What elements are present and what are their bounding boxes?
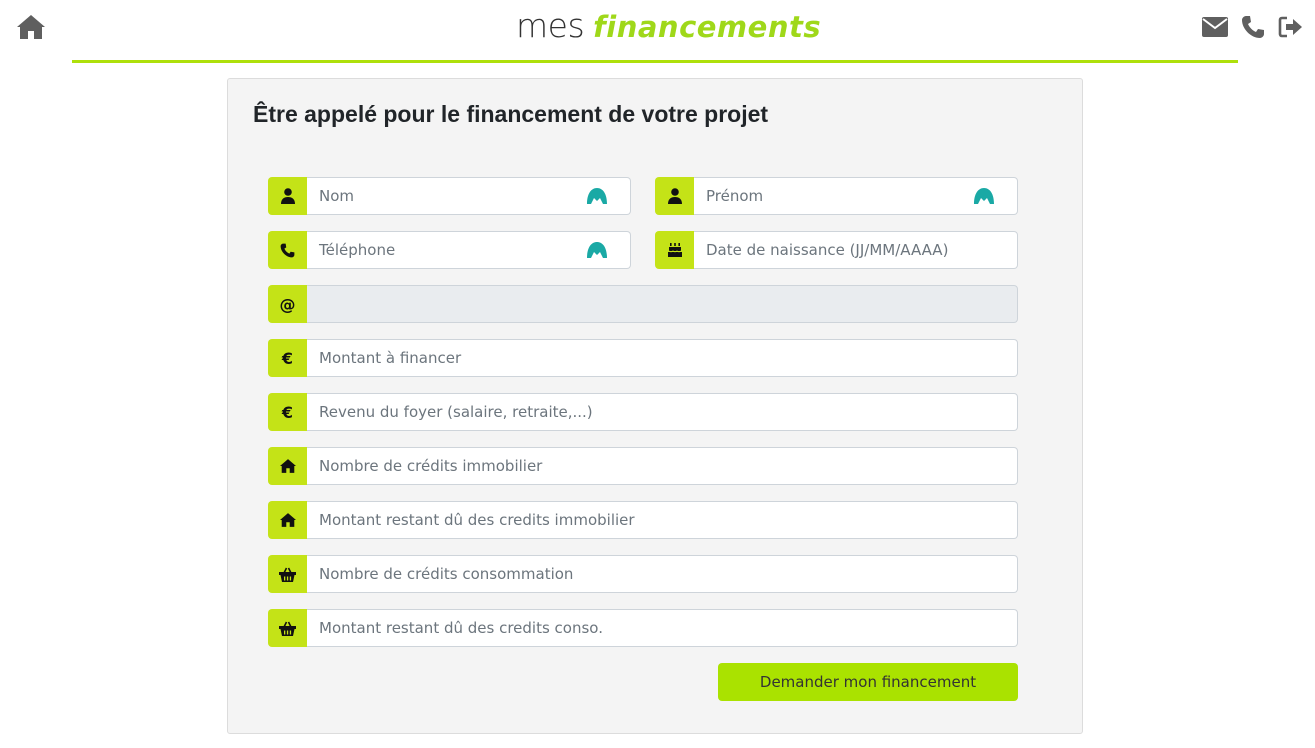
sign-out-icon bbox=[1278, 16, 1302, 38]
user-icon bbox=[280, 188, 295, 204]
montant-restant-immobilier-placeholder: Montant restant dû des credits immobilie… bbox=[319, 511, 635, 529]
home-button[interactable] bbox=[16, 13, 46, 41]
basket-icon bbox=[279, 567, 296, 582]
field-montant-restant-immobilier: Montant restant dû des credits immobilie… bbox=[268, 501, 1018, 539]
autofill-badge-icon[interactable] bbox=[586, 187, 608, 205]
form-title: Être appelé pour le financement de votre… bbox=[253, 101, 769, 127]
nb-credits-consommation-placeholder: Nombre de crédits consommation bbox=[319, 565, 574, 583]
header-divider bbox=[72, 60, 1238, 63]
revenu-foyer-input[interactable]: Revenu du foyer (salaire, retraite,...) bbox=[307, 393, 1018, 431]
montant-restant-conso-placeholder: Montant restant dû des credits conso. bbox=[319, 619, 603, 637]
nb-credits-immobilier-input[interactable]: Nombre de crédits immobilier bbox=[307, 447, 1018, 485]
field-addon bbox=[268, 177, 307, 215]
prenom-placeholder: Prénom bbox=[706, 187, 764, 205]
phone-icon bbox=[1242, 16, 1264, 38]
euro-icon: € bbox=[281, 348, 294, 368]
at-icon: @ bbox=[279, 294, 296, 314]
logo-prefix: mes bbox=[516, 6, 585, 45]
user-icon bbox=[667, 188, 682, 204]
contact-phone-button[interactable] bbox=[1239, 13, 1267, 41]
header-actions bbox=[1201, 13, 1305, 41]
financing-form-card: Être appelé pour le financement de votre… bbox=[227, 78, 1083, 734]
email-input[interactable] bbox=[307, 285, 1018, 323]
field-addon bbox=[268, 609, 307, 647]
field-date-naissance: Date de naissance (JJ/MM/AAAA) bbox=[655, 231, 1018, 269]
field-montant-financer: € Montant à financer bbox=[268, 339, 1018, 377]
field-addon: € bbox=[268, 339, 307, 377]
logout-button[interactable] bbox=[1277, 13, 1305, 41]
home-icon bbox=[17, 15, 45, 39]
field-addon bbox=[268, 501, 307, 539]
field-addon: € bbox=[268, 393, 307, 431]
montant-financer-placeholder: Montant à financer bbox=[319, 349, 462, 367]
montant-restant-conso-input[interactable]: Montant restant dû des credits conso. bbox=[307, 609, 1018, 647]
nom-input[interactable]: Nom bbox=[307, 177, 631, 215]
top-bar: mes financements bbox=[0, 0, 1315, 62]
field-addon bbox=[268, 231, 307, 269]
field-nb-credits-immobilier: Nombre de crédits immobilier bbox=[268, 447, 1018, 485]
contact-email-button[interactable] bbox=[1201, 13, 1229, 41]
date-naissance-input[interactable]: Date de naissance (JJ/MM/AAAA) bbox=[694, 231, 1018, 269]
envelope-icon bbox=[1202, 17, 1228, 37]
prenom-input[interactable]: Prénom bbox=[694, 177, 1018, 215]
autofill-badge-icon[interactable] bbox=[973, 187, 995, 205]
logo-brand: financements bbox=[593, 10, 822, 44]
home-icon bbox=[279, 513, 296, 527]
field-telephone: Téléphone bbox=[268, 231, 631, 269]
autofill-badge-icon[interactable] bbox=[586, 241, 608, 259]
telephone-placeholder: Téléphone bbox=[319, 241, 396, 259]
field-nb-credits-consommation: Nombre de crédits consommation bbox=[268, 555, 1018, 593]
date-naissance-placeholder: Date de naissance (JJ/MM/AAAA) bbox=[706, 241, 949, 259]
montant-restant-immobilier-input[interactable]: Montant restant dû des credits immobilie… bbox=[307, 501, 1018, 539]
field-addon: @ bbox=[268, 285, 307, 323]
birthday-cake-icon bbox=[667, 243, 682, 257]
revenu-foyer-placeholder: Revenu du foyer (salaire, retraite,...) bbox=[319, 403, 593, 421]
field-addon bbox=[268, 447, 307, 485]
field-nom: Nom bbox=[268, 177, 631, 215]
field-revenu-foyer: € Revenu du foyer (salaire, retraite,...… bbox=[268, 393, 1018, 431]
home-icon bbox=[279, 459, 296, 473]
submit-financing-button[interactable]: Demander mon financement bbox=[718, 663, 1018, 701]
nb-credits-consommation-input[interactable]: Nombre de crédits consommation bbox=[307, 555, 1018, 593]
brand-logo[interactable]: mes financements bbox=[516, 6, 821, 46]
field-montant-restant-conso: Montant restant dû des credits conso. bbox=[268, 609, 1018, 647]
montant-financer-input[interactable]: Montant à financer bbox=[307, 339, 1018, 377]
field-prenom: Prénom bbox=[655, 177, 1018, 215]
nb-credits-immobilier-placeholder: Nombre de crédits immobilier bbox=[319, 457, 543, 475]
euro-icon: € bbox=[281, 402, 294, 422]
field-addon bbox=[655, 231, 694, 269]
phone-icon bbox=[280, 243, 295, 257]
field-addon bbox=[268, 555, 307, 593]
field-addon bbox=[655, 177, 694, 215]
nom-placeholder: Nom bbox=[319, 187, 355, 205]
field-email: @ bbox=[268, 285, 1018, 323]
basket-icon bbox=[279, 621, 296, 636]
telephone-input[interactable]: Téléphone bbox=[307, 231, 631, 269]
